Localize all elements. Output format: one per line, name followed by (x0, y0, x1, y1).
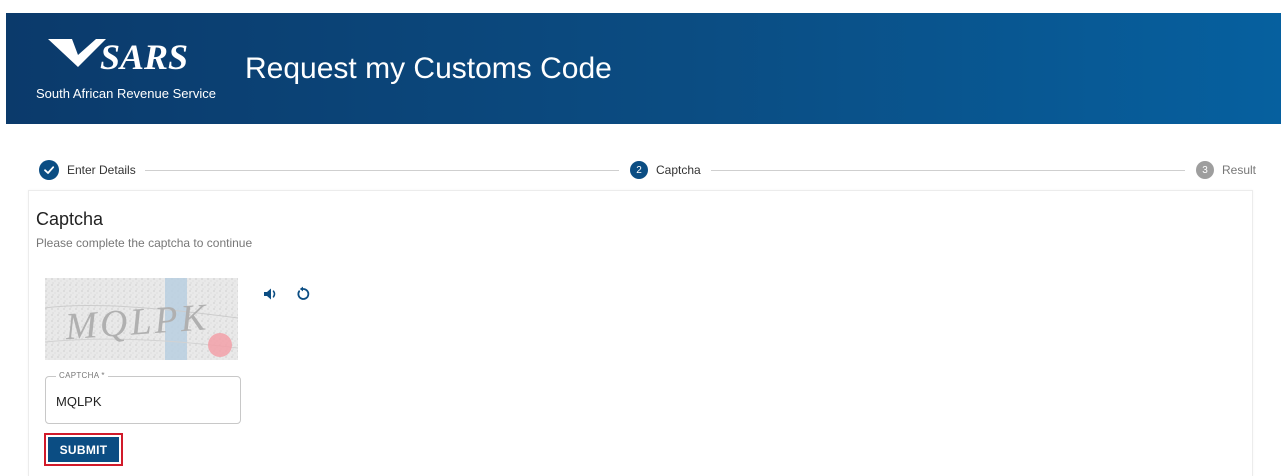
step-label: Captcha (656, 163, 701, 177)
captcha-field-label: CAPTCHA * (56, 371, 108, 380)
app-header: SARS South African Revenue Service Reque… (6, 13, 1281, 124)
page: SARS South African Revenue Service Reque… (0, 0, 1281, 476)
step-captcha[interactable]: 2 Captcha (630, 160, 701, 180)
step-connector (711, 170, 1185, 171)
step-connector (145, 170, 619, 171)
step-label: Result (1222, 163, 1257, 177)
step-enter-details[interactable]: Enter Details (39, 160, 136, 180)
speaker-icon[interactable] (261, 284, 281, 304)
submit-button[interactable]: SUBMIT (48, 437, 119, 462)
logo-subtitle: South African Revenue Service (36, 86, 216, 101)
page-title: Request my Customs Code (245, 52, 612, 85)
refresh-icon[interactable] (293, 284, 313, 304)
captcha-field: CAPTCHA * (45, 371, 241, 424)
step-label: Enter Details (67, 163, 136, 177)
check-icon (39, 160, 59, 180)
card-subtitle: Please complete the captcha to continue (36, 236, 253, 250)
stepper: Enter Details 2 Captcha 3 Result (39, 160, 1259, 180)
step-number: 3 (1196, 161, 1214, 179)
captcha-image: MQLPK (45, 278, 238, 360)
captcha-card: Captcha Please complete the captcha to c… (28, 190, 1253, 476)
logo-text: SARS (100, 37, 188, 77)
submit-highlight: SUBMIT (44, 433, 123, 466)
step-result[interactable]: 3 Result (1196, 160, 1256, 180)
sars-logo-mark: SARS (48, 37, 188, 77)
sars-logo: SARS South African Revenue Service (36, 35, 226, 115)
card-title: Captcha (36, 209, 104, 229)
captcha-input[interactable] (56, 391, 232, 411)
step-number: 2 (630, 161, 648, 179)
